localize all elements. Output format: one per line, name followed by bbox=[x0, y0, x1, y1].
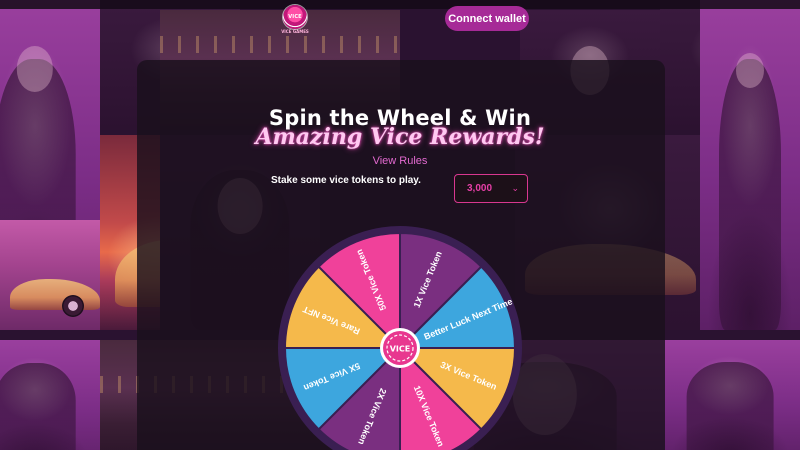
top-bar bbox=[0, 0, 800, 9]
connect-wallet-button[interactable]: Connect wallet bbox=[445, 6, 529, 31]
logo-text: VICE bbox=[288, 14, 302, 20]
stake-prompt: Stake some vice tokens to play. bbox=[271, 175, 421, 186]
stake-amount-value: 3,000 bbox=[467, 183, 493, 194]
view-rules-link[interactable]: View Rules bbox=[0, 155, 800, 167]
stake-amount-select[interactable]: 3,000 ⌄ bbox=[454, 174, 528, 203]
page-subtitle: Amazing Vice Rewards! bbox=[255, 124, 545, 150]
background-tile bbox=[660, 340, 800, 450]
wheel-center-label: VICE bbox=[390, 345, 411, 354]
prize-wheel[interactable]: 1X Vice Token Better Luck Next Time 3X Vic… bbox=[278, 226, 522, 450]
background-tile bbox=[0, 220, 100, 330]
vice-logo[interactable]: VICE bbox=[283, 5, 307, 29]
background-tile bbox=[0, 340, 100, 450]
logo-caption: VICE GAMES bbox=[281, 29, 309, 34]
chevron-down-icon: ⌄ bbox=[511, 183, 519, 193]
